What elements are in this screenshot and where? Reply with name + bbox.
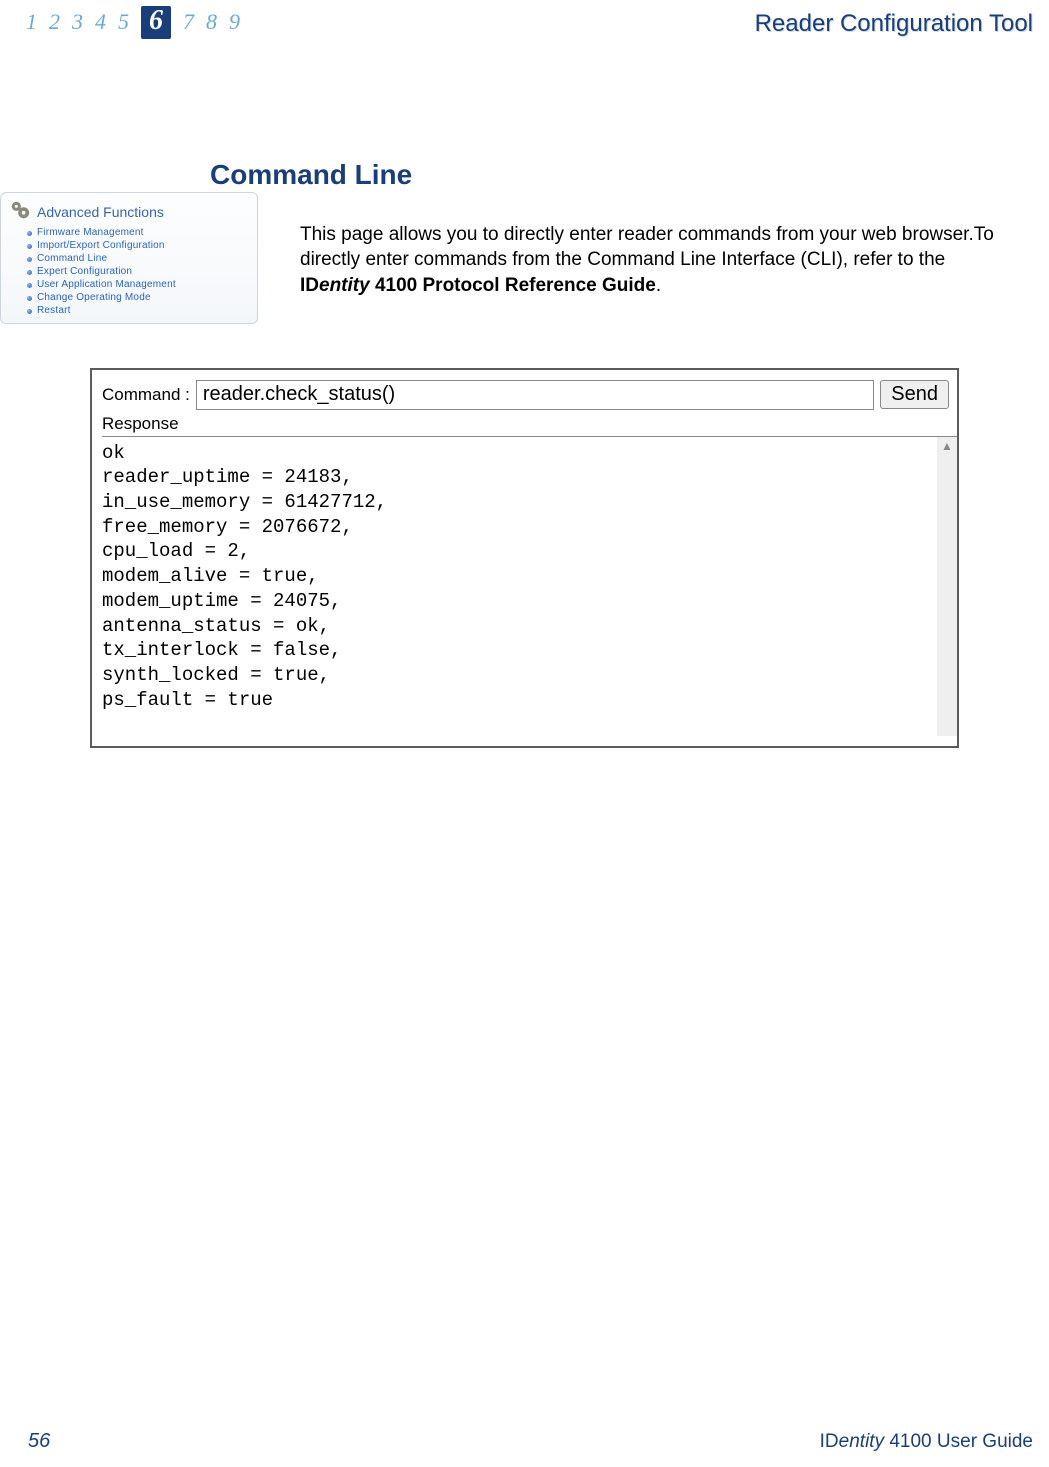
footer-doc-title: IDentity 4100 User Guide [820,1431,1033,1453]
chapter-link-1[interactable]: 1 [26,9,37,35]
section-heading: Command Line [210,159,1049,191]
command-label: Command : [102,385,190,405]
footer-doc-prefix: ID [820,1431,839,1452]
intro-seg3: . [656,275,661,296]
sidebar-item-expert-configuration[interactable]: Expert Configuration [27,265,249,278]
sidebar-item-command-line[interactable]: Command Line [27,252,249,265]
chapter-link-3[interactable]: 3 [72,9,83,35]
sidebar-item-change-operating-mode[interactable]: Change Operating Mode [27,291,249,304]
chapter-link-4[interactable]: 4 [95,9,106,35]
chapter-nav: 123456789 [26,6,240,39]
footer-doc-suffix: 4100 User Guide [884,1431,1033,1452]
sidebar-list: Firmware ManagementImport/Export Configu… [9,226,249,317]
response-label: Response [102,414,957,434]
send-button[interactable]: Send [880,380,949,409]
page-footer: 56 IDentity 4100 User Guide [0,1430,1049,1453]
advanced-functions-panel: Advanced Functions Firmware ManagementIm… [0,192,258,324]
chapter-link-8[interactable]: 8 [206,9,217,35]
sidebar-item-import-export-configuration[interactable]: Import/Export Configuration [27,239,249,252]
intro-guide-italic: entity [319,275,370,296]
footer-page-number: 56 [28,1430,50,1453]
sidebar-item-user-application-management[interactable]: User Application Management [27,278,249,291]
intro-guide-prefix: ID [300,275,319,296]
sidebar-item-restart[interactable]: Restart [27,304,249,317]
sidebar-title: Advanced Functions [37,204,164,220]
response-scrollbar[interactable]: ▲ [937,437,957,736]
response-box: ok reader_uptime = 24183, in_use_memory … [102,436,957,736]
command-line-panel: Command : Send Response ok reader_uptime… [90,368,959,748]
chapter-link-7[interactable]: 7 [183,9,194,35]
intro-guide-suffix: 4100 Protocol Reference Guide [370,275,656,296]
header-title: Reader Configuration Tool [755,6,1039,38]
response-text: ok reader_uptime = 24183, in_use_memory … [102,437,935,713]
chapter-link-5[interactable]: 5 [118,9,129,35]
intro-paragraph: This page allows you to directly enter r… [300,222,1019,299]
gear-icon [9,199,31,224]
scroll-up-icon[interactable]: ▲ [938,437,956,455]
chapter-link-9[interactable]: 9 [229,9,240,35]
chapter-link-2[interactable]: 2 [49,9,60,35]
chapter-link-6[interactable]: 6 [141,6,171,39]
sidebar-item-firmware-management[interactable]: Firmware Management [27,226,249,239]
footer-doc-italic: entity [839,1431,884,1452]
command-input[interactable] [196,380,874,410]
intro-seg1: This page allows you to directly enter r… [300,224,994,271]
